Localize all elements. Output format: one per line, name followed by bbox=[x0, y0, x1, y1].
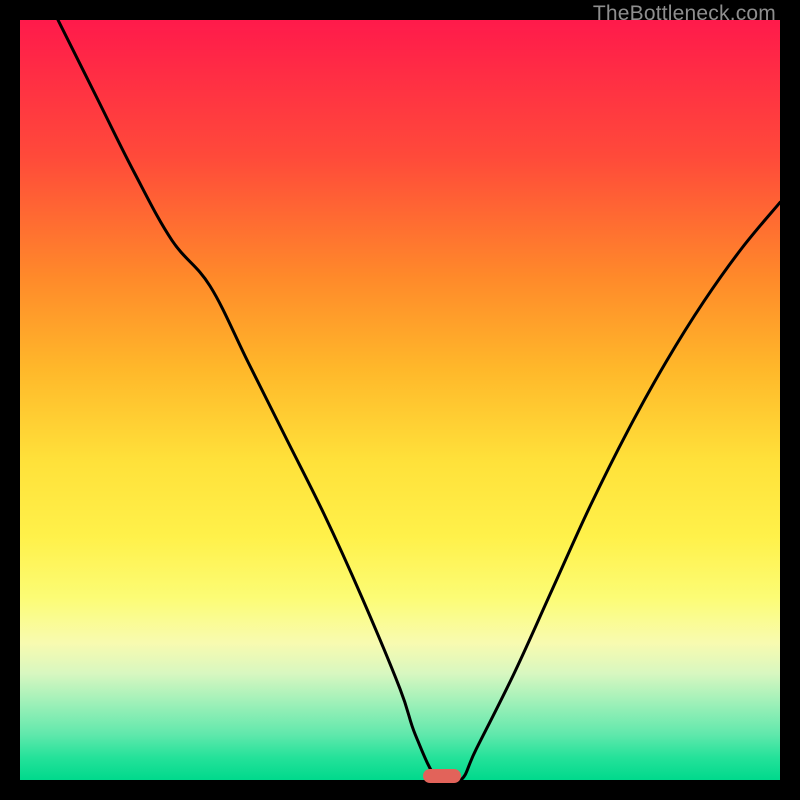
curve-svg bbox=[20, 20, 780, 780]
chart-frame: TheBottleneck.com bbox=[0, 0, 800, 800]
plot-area bbox=[20, 20, 780, 780]
minimum-marker bbox=[423, 769, 461, 783]
bottleneck-curve-path bbox=[58, 20, 780, 780]
